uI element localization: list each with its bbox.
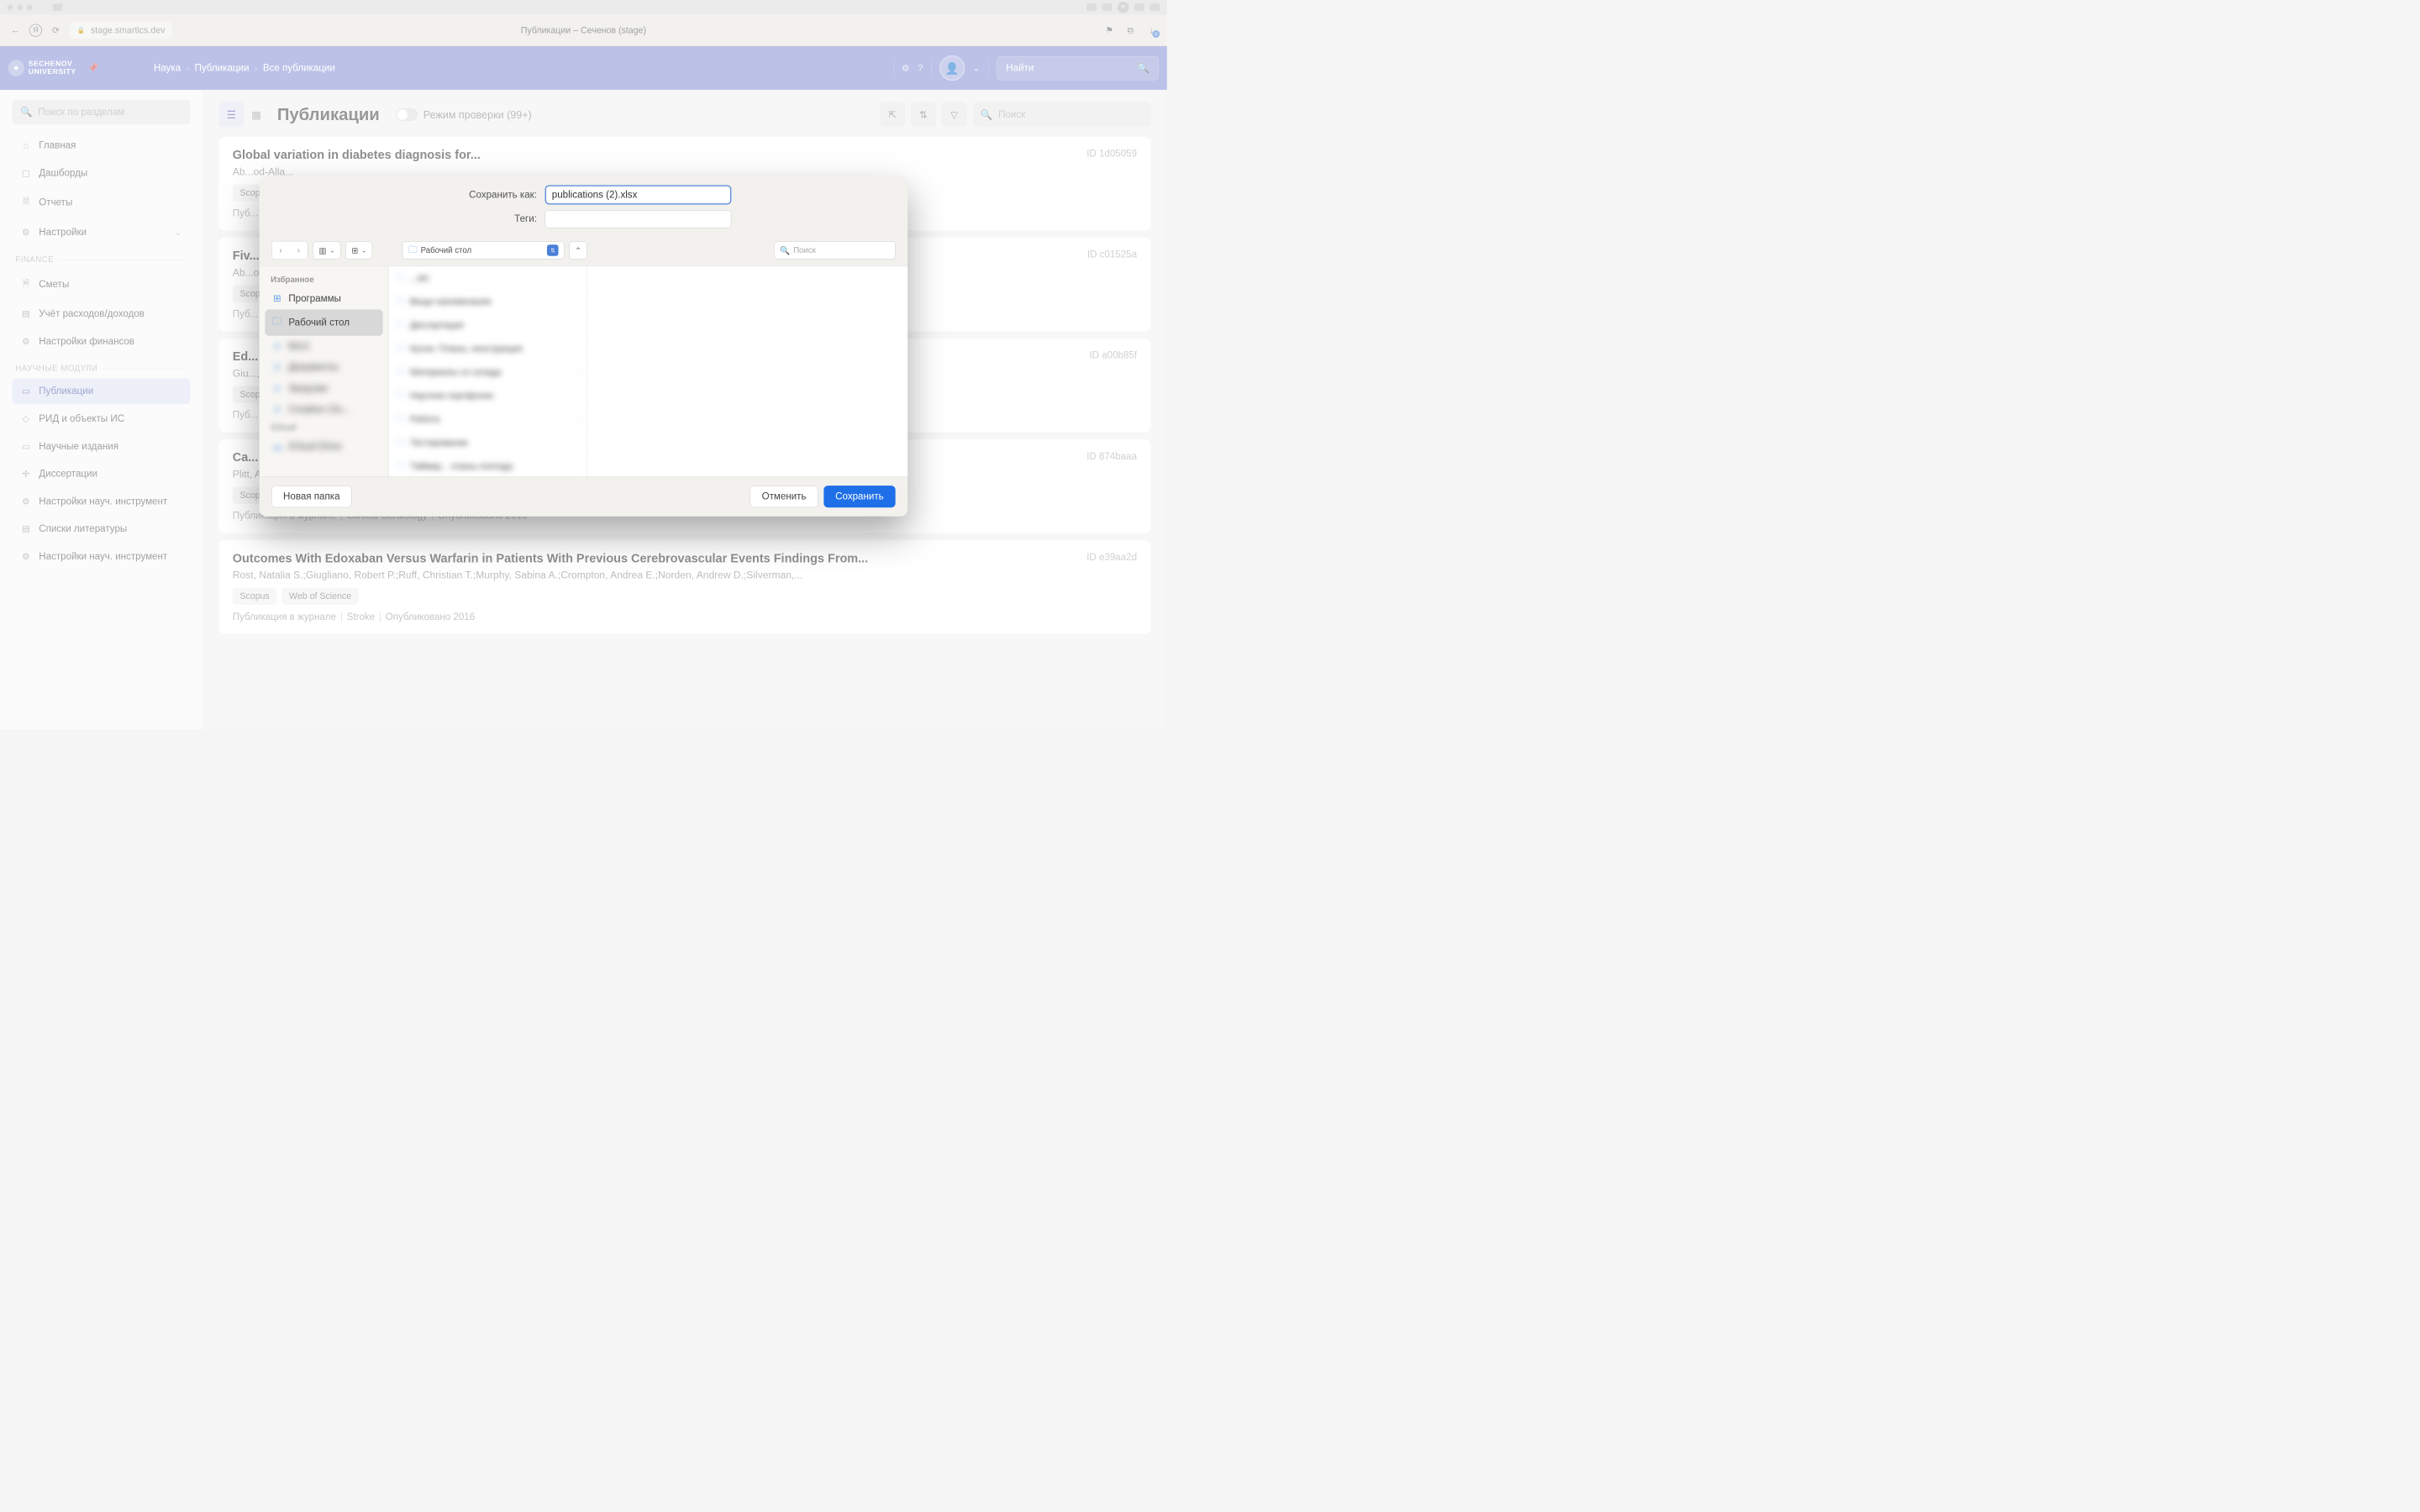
- save-as-label: Сохранить как:: [435, 189, 537, 201]
- chevron-right-icon: ›: [577, 416, 580, 423]
- save-dialog: Сохранить как: Теги: ‹ › ▥ ⌄ ⊞ ⌄ 🗀 Рабоч…: [260, 176, 908, 517]
- folder-icon: ●: [271, 404, 283, 416]
- file-name: Вещи напоминания: [410, 297, 491, 307]
- folder-icon: 🗀: [397, 412, 406, 427]
- file-row[interactable]: 🗀 ...etc ›: [389, 266, 587, 290]
- chevron-right-icon: ›: [577, 392, 580, 400]
- file-name: Научное портфолио: [410, 391, 493, 402]
- file-row[interactable]: 🗀 Кухня. Планы, конструкция ›: [389, 337, 587, 360]
- location-selector[interactable]: 🗀 Рабочий стол ⇅: [402, 241, 565, 259]
- chevron-right-icon: ›: [577, 322, 580, 329]
- file-name: Таймер... планы полгода: [410, 461, 513, 472]
- folder-icon: 🗀: [397, 388, 406, 403]
- folder-icon: ●: [271, 341, 283, 353]
- file-row[interactable]: 🗀 Диссертация ›: [389, 313, 587, 337]
- file-name: Работа: [410, 414, 439, 425]
- file-row[interactable]: 🗀 Таймер... планы полгода ›: [389, 454, 587, 476]
- dialog-sidebar-label: blur1: [288, 341, 310, 353]
- preview-pane: [587, 266, 908, 476]
- chevron-right-icon: ›: [577, 298, 580, 306]
- chevron-right-icon: ›: [577, 463, 580, 470]
- folder-icon: 🗀: [397, 341, 406, 356]
- file-row[interactable]: 🗀 Тестирование ›: [389, 431, 587, 454]
- dialog-sidebar-label: Загрузки: [288, 383, 328, 395]
- dialog-sidebar-item[interactable]: ⊞ Программы: [265, 288, 382, 310]
- file-name: Материалы со склада: [410, 367, 501, 378]
- folder-icon: 🗀: [271, 314, 283, 331]
- dialog-sidebar-label: Creative Clo...: [288, 404, 350, 416]
- chevron-right-icon: ›: [577, 439, 580, 447]
- folder-icon: ●: [271, 362, 283, 374]
- nav-arrows: ‹ ›: [271, 241, 308, 260]
- dialog-sidebar-item[interactable]: ● Creative Clo...: [265, 399, 382, 420]
- favorites-label: Избранное: [265, 272, 382, 288]
- tags-label: Теги:: [435, 213, 537, 225]
- folder-icon: 🗀: [397, 294, 406, 309]
- dialog-sidebar-label: iCloud Drive: [288, 441, 341, 453]
- folder-icon: 🗀: [397, 318, 406, 333]
- file-column: 🗀...etc›🗀Вещи напоминания›🗀Диссертация›🗀…: [389, 266, 587, 476]
- file-name: ...etc: [410, 273, 429, 284]
- view-columns-button[interactable]: ▥ ⌄: [313, 241, 340, 259]
- dialog-sidebar-item[interactable]: ● Документы: [265, 357, 382, 378]
- back-button[interactable]: ‹: [272, 241, 290, 259]
- chevron-right-icon: ›: [577, 369, 580, 376]
- dialog-sidebar-label: Рабочий стол: [288, 317, 350, 328]
- tags-input[interactable]: [545, 210, 732, 228]
- file-row[interactable]: 🗀 Вещи напоминания ›: [389, 290, 587, 313]
- dialog-search-input[interactable]: 🔍 Поиск: [774, 241, 896, 259]
- folder-icon: ●: [271, 383, 283, 395]
- folder-icon: ⊞: [271, 293, 283, 305]
- chevron-right-icon: ›: [577, 345, 580, 353]
- dialog-sidebar-item[interactable]: ● blur1: [265, 336, 382, 357]
- dialog-sidebar-item[interactable]: ● Загрузки: [265, 378, 382, 399]
- chevron-right-icon: ›: [577, 275, 580, 282]
- filename-input[interactable]: [545, 185, 732, 204]
- dialog-sidebar-label: Программы: [288, 293, 341, 305]
- view-options-button[interactable]: ⊞ ⌄: [345, 241, 372, 259]
- folder-icon: 🗀: [408, 243, 418, 258]
- icloud-label: iCloud: [265, 420, 382, 436]
- new-folder-button[interactable]: Новая папка: [271, 486, 351, 507]
- forward-button[interactable]: ›: [290, 241, 308, 259]
- dialog-sidebar-item[interactable]: 🗀 Рабочий стол: [265, 309, 382, 335]
- search-icon: 🔍: [780, 245, 790, 255]
- file-name: Кухня. Планы, конструкция: [410, 344, 523, 354]
- cloud-icon: ☁: [271, 441, 283, 453]
- location-label: Рабочий стол: [421, 245, 472, 255]
- folder-icon: 🗀: [397, 435, 406, 450]
- dialog-sidebar: Избранное ⊞Программы🗀Рабочий стол●blur1●…: [260, 266, 389, 476]
- dialog-sidebar-item[interactable]: ☁ iCloud Drive: [265, 436, 382, 458]
- dialog-sidebar-label: Документы: [288, 362, 339, 374]
- folder-icon: 🗀: [397, 365, 406, 380]
- save-button[interactable]: Сохранить: [823, 486, 895, 507]
- file-row[interactable]: 🗀 Работа ›: [389, 407, 587, 431]
- chevron-updown-icon: ⇅: [547, 244, 559, 256]
- folder-icon: 🗀: [397, 459, 406, 474]
- cancel-button[interactable]: Отменить: [750, 486, 818, 507]
- collapse-button[interactable]: ⌃: [570, 241, 587, 259]
- file-row[interactable]: 🗀 Материалы со склада ›: [389, 360, 587, 384]
- file-name: Тестирование: [410, 438, 468, 449]
- file-name: Диссертация: [410, 320, 464, 331]
- file-row[interactable]: 🗀 Научное портфолио ›: [389, 384, 587, 407]
- folder-icon: 🗀: [397, 270, 406, 286]
